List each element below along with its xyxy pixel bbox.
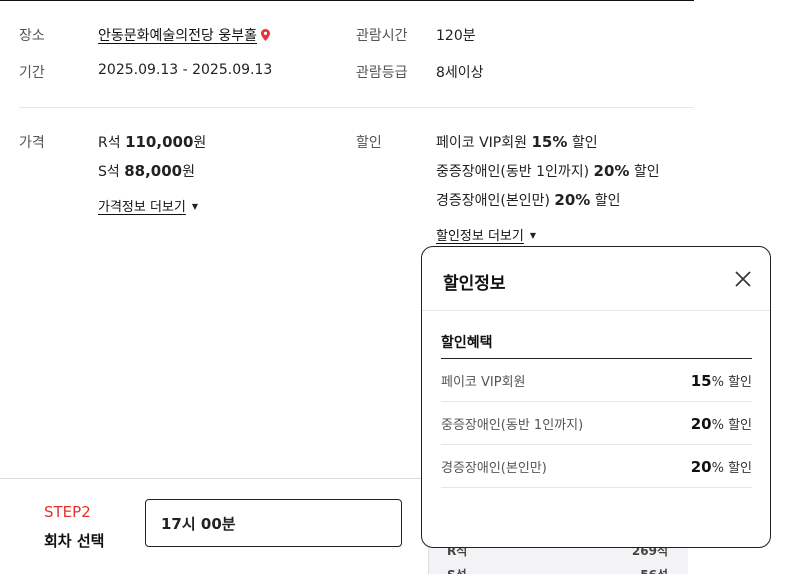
time-value: 120분 xyxy=(436,28,476,44)
venue-name[interactable]: 안동문화예술의전당 웅부홀 xyxy=(98,28,257,44)
step-label: STEP2 xyxy=(44,503,91,521)
grade-label: 관람등급 xyxy=(356,65,408,81)
map-pin-icon[interactable] xyxy=(261,29,271,41)
price-item: R석 110,000원 xyxy=(98,133,207,151)
price-label: 가격 xyxy=(19,135,45,151)
popup-divider xyxy=(422,310,770,311)
close-icon[interactable] xyxy=(733,269,753,289)
discount-info-popup: 할인정보 할인혜택 페이코 VIP회원 15% 할인 중증장애인(동반 1인까지… xyxy=(421,246,771,548)
discount-row: 경증장애인(본인만) 20% 할인 xyxy=(441,445,752,488)
discount-item: 중증장애인(동반 1인까지) 20% 할인 xyxy=(436,162,660,180)
discount-item: 경증장애인(본인만) 20% 할인 xyxy=(436,191,621,209)
discount-more-button[interactable]: 할인정보 더보기 ▼ xyxy=(436,225,536,244)
caret-down-icon: ▼ xyxy=(529,231,537,240)
price-more-button[interactable]: 가격정보 더보기 ▼ xyxy=(98,196,198,215)
discount-item: 페이코 VIP회원 15% 할인 xyxy=(436,133,598,151)
selected-time: 17시 00분 xyxy=(161,515,236,533)
benefit-section-title: 할인혜택 xyxy=(441,335,493,351)
seat-row: S석56석 xyxy=(447,566,668,574)
time-select-box[interactable]: 17시 00분 xyxy=(145,499,402,547)
section-divider xyxy=(19,107,694,108)
venue-label: 장소 xyxy=(19,28,45,44)
time-label: 관람시간 xyxy=(356,28,408,44)
grade-value: 8세이상 xyxy=(436,65,484,81)
discount-row: 페이코 VIP회원 15% 할인 xyxy=(441,359,752,402)
caret-down-icon: ▼ xyxy=(191,202,199,211)
discount-row: 중증장애인(동반 1인까지) 20% 할인 xyxy=(441,402,752,445)
round-select-label: 회차 선택 xyxy=(44,532,105,550)
popup-title: 할인정보 xyxy=(443,274,506,294)
price-item: S석 88,000원 xyxy=(98,162,196,180)
venue-link[interactable]: 안동문화예술의전당 웅부홀 xyxy=(98,25,271,45)
booking-border xyxy=(0,478,430,479)
discount-label: 할인 xyxy=(356,135,382,151)
period-value: 2025.09.13 - 2025.09.13 xyxy=(98,62,273,78)
period-label: 기간 xyxy=(19,65,45,81)
top-border xyxy=(0,0,694,1)
